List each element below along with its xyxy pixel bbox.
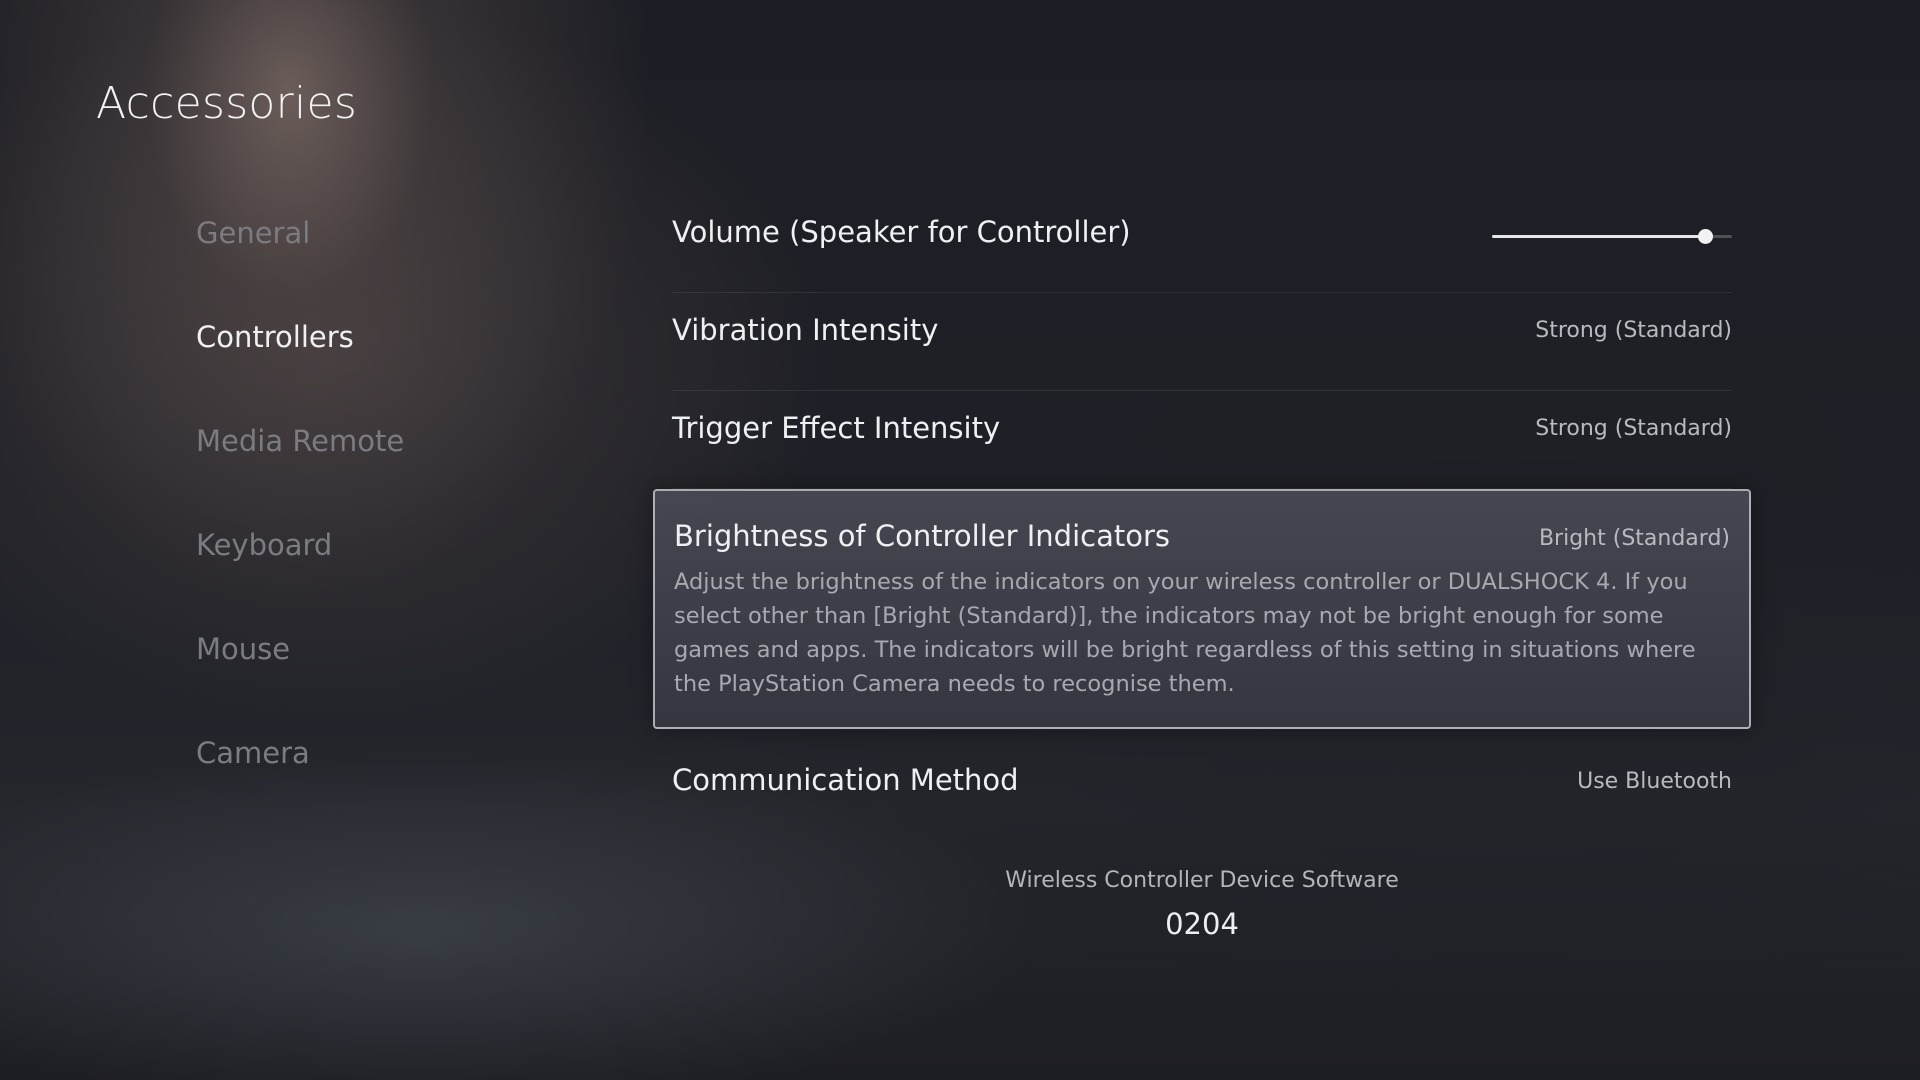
sidebar-item-media-remote[interactable]: Media Remote [196, 408, 616, 512]
brightness-setting-row[interactable]: Brightness of Controller Indicators Brig… [653, 489, 1751, 729]
sidebar-item-camera[interactable]: Camera [196, 720, 616, 824]
brightness-description: Adjust the brightness of the indicators … [674, 569, 1696, 697]
communication-method-value: Use Bluetooth [1577, 769, 1732, 794]
sidebar-item-general[interactable]: General [196, 200, 616, 304]
trigger-effect-value: Strong (Standard) [1535, 416, 1732, 441]
sidebar-item-mouse[interactable]: Mouse [196, 616, 616, 720]
volume-slider-fill [1492, 235, 1706, 238]
device-software-label: Wireless Controller Device Software [1005, 868, 1399, 893]
sidebar-item-controllers[interactable]: Controllers [196, 304, 616, 408]
sidebar: General Controllers Media Remote Keyboar… [196, 200, 616, 824]
vibration-setting-row[interactable]: Vibration Intensity Strong (Standard) [672, 293, 1732, 391]
brightness-value: Bright (Standard) [1538, 526, 1730, 551]
volume-slider-thumb[interactable] [1697, 229, 1713, 244]
trigger-effect-label: Trigger Effect Intensity [672, 411, 1001, 445]
communication-method-label: Communication Method [672, 763, 1019, 797]
device-software-info: Wireless Controller Device Software 0204 [672, 868, 1732, 941]
volume-setting-row[interactable]: Volume (Speaker for Controller) [672, 195, 1732, 293]
volume-slider[interactable] [1492, 226, 1732, 248]
trigger-effect-setting-row[interactable]: Trigger Effect Intensity Strong (Standar… [672, 391, 1732, 489]
settings-list: Volume (Speaker for Controller) Vibratio… [653, 195, 1751, 826]
sidebar-item-keyboard[interactable]: Keyboard [196, 512, 616, 616]
page-title: Accessories [96, 78, 358, 129]
volume-label: Volume (Speaker for Controller) [672, 215, 1131, 249]
vibration-label: Vibration Intensity [672, 313, 939, 347]
vibration-value: Strong (Standard) [1535, 318, 1732, 343]
communication-method-setting-row[interactable]: Communication Method Use Bluetooth [672, 729, 1732, 826]
device-software-version: 0204 [1165, 907, 1239, 941]
